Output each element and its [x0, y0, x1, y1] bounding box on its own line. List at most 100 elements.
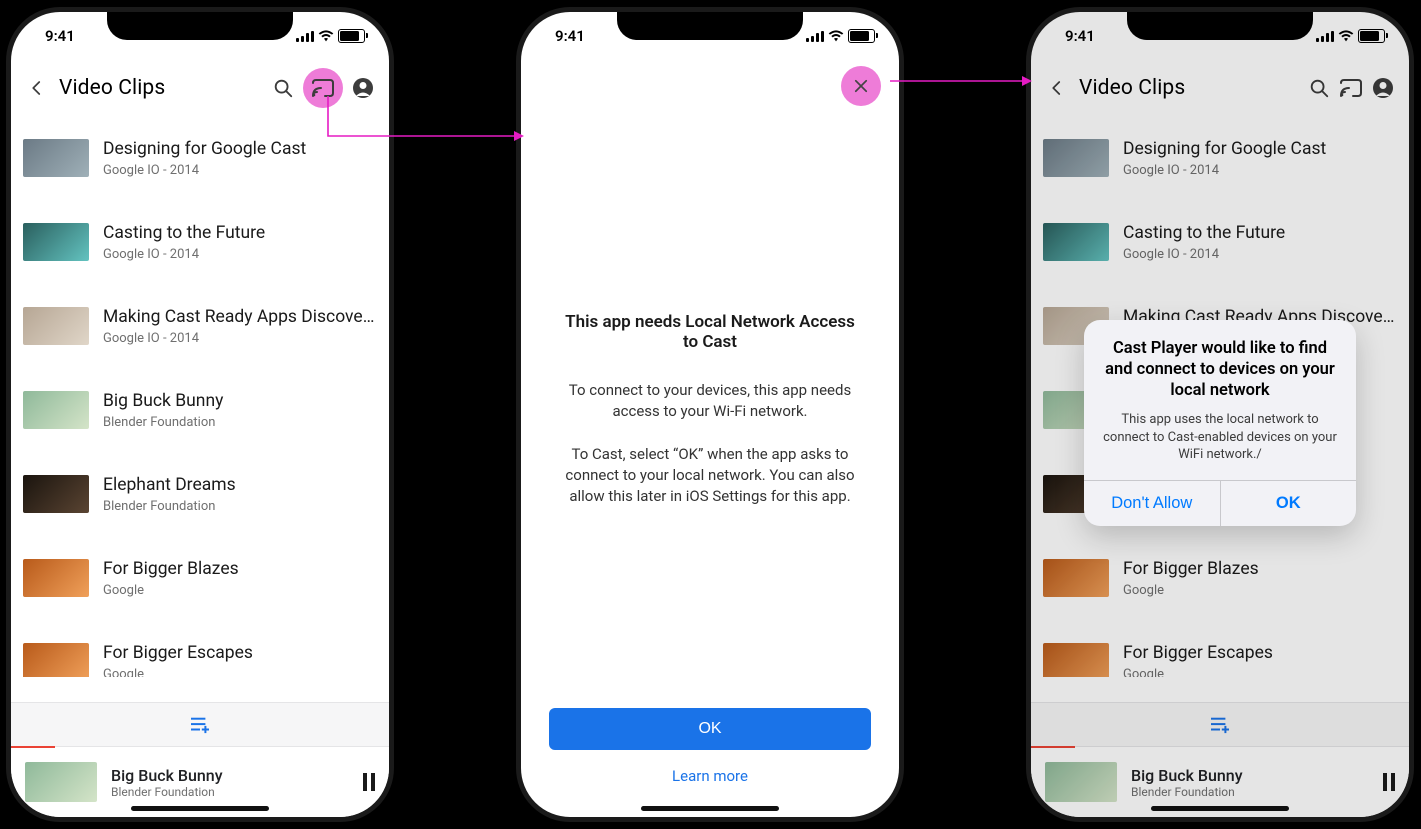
video-subtitle: Google IO - 2014 — [1123, 163, 1397, 178]
video-thumbnail — [1043, 223, 1109, 261]
video-subtitle: Google — [103, 583, 377, 598]
video-thumbnail — [23, 307, 89, 345]
dont-allow-button[interactable]: Don't Allow — [1084, 481, 1221, 526]
phone-screen-3: 9:41 Video Clips — [1026, 7, 1414, 822]
progress-indicator — [1031, 746, 1075, 748]
video-subtitle: Google — [1123, 667, 1397, 678]
now-playing-thumbnail — [25, 762, 97, 802]
ios-permission-dialog: Cast Player would like to find and conne… — [1084, 320, 1356, 526]
page-title: Video Clips — [1079, 76, 1299, 100]
status-time: 9:41 — [45, 27, 75, 45]
now-playing-title: Big Buck Bunny — [1131, 766, 1243, 785]
video-subtitle: Blender Foundation — [103, 415, 377, 430]
signal-icon — [296, 30, 314, 42]
now-playing-subtitle: Blender Foundation — [1131, 785, 1243, 799]
video-row[interactable]: Big Buck Bunny Blender Foundation — [11, 368, 389, 452]
video-title: Casting to the Future — [103, 223, 377, 243]
video-title: For Bigger Blazes — [1123, 559, 1397, 579]
signal-icon — [806, 30, 824, 42]
video-thumbnail — [23, 559, 89, 597]
queue-strip[interactable] — [1031, 702, 1409, 747]
video-subtitle: Google IO - 2014 — [103, 163, 377, 178]
cast-icon[interactable] — [1339, 76, 1363, 100]
app-header: Video Clips — [1031, 60, 1409, 116]
video-subtitle: Google IO - 2014 — [1123, 247, 1397, 262]
close-icon-highlighted[interactable] — [841, 66, 881, 106]
video-row[interactable]: Casting to the Future Google IO - 2014 — [1031, 200, 1409, 284]
search-icon[interactable] — [1307, 76, 1331, 100]
notch — [617, 10, 803, 40]
video-thumbnail — [23, 391, 89, 429]
wifi-icon — [318, 30, 334, 42]
ok-button[interactable]: OK — [549, 708, 871, 750]
battery-icon — [338, 29, 365, 43]
app-header: Video Clips — [11, 60, 389, 116]
account-icon[interactable] — [351, 76, 375, 100]
queue-add-icon — [189, 716, 211, 734]
queue-strip[interactable] — [11, 702, 389, 747]
ok-button[interactable]: OK — [1221, 481, 1357, 526]
video-thumbnail — [23, 223, 89, 261]
video-subtitle: Google IO - 2014 — [103, 247, 377, 262]
video-row[interactable]: For Bigger Escapes Google — [1031, 620, 1409, 677]
home-indicator — [1151, 806, 1289, 811]
video-thumbnail — [23, 139, 89, 177]
notch — [1127, 10, 1313, 40]
video-row[interactable]: For Bigger Blazes Google — [1031, 536, 1409, 620]
video-title: Elephant Dreams — [103, 475, 377, 495]
video-thumbnail — [23, 475, 89, 513]
video-list: Designing for Google Cast Google IO - 20… — [11, 116, 389, 677]
home-indicator — [641, 806, 779, 811]
video-title: Designing for Google Cast — [103, 139, 377, 159]
video-title: Big Buck Bunny — [103, 391, 377, 411]
video-title: For Bigger Escapes — [1123, 643, 1397, 663]
pause-icon[interactable] — [363, 773, 375, 791]
video-row[interactable]: Making Cast Ready Apps Discoverable Goog… — [11, 284, 389, 368]
back-icon[interactable] — [1045, 76, 1069, 100]
wifi-icon — [828, 30, 844, 42]
video-row[interactable]: Elephant Dreams Blender Foundation — [11, 452, 389, 536]
battery-icon — [1358, 29, 1385, 43]
video-title: For Bigger Blazes — [103, 559, 377, 579]
queue-add-icon — [1209, 716, 1231, 734]
wifi-icon — [1338, 30, 1354, 42]
video-title: Casting to the Future — [1123, 223, 1397, 243]
video-row[interactable]: For Bigger Blazes Google — [11, 536, 389, 620]
cast-icon-highlighted[interactable] — [303, 68, 343, 108]
video-title: Making Cast Ready Apps Discoverable — [103, 307, 377, 327]
video-subtitle: Google — [103, 667, 377, 678]
phone-screen-2: 9:41 This app needs Local Network Access… — [516, 7, 904, 822]
video-row[interactable]: Casting to the Future Google IO - 2014 — [11, 200, 389, 284]
video-thumbnail — [1043, 139, 1109, 177]
interstitial-paragraph: To connect to your devices, this app nee… — [557, 380, 863, 422]
video-row[interactable]: Designing for Google Cast Google IO - 20… — [11, 116, 389, 200]
video-subtitle: Blender Foundation — [103, 499, 377, 514]
account-icon[interactable] — [1371, 76, 1395, 100]
now-playing-thumbnail — [1045, 762, 1117, 802]
pause-icon[interactable] — [1383, 773, 1395, 791]
video-title: For Bigger Escapes — [103, 643, 377, 663]
search-icon[interactable] — [271, 76, 295, 100]
video-row[interactable]: Designing for Google Cast Google IO - 20… — [1031, 116, 1409, 200]
video-thumbnail — [1043, 559, 1109, 597]
dialog-title: Cast Player would like to find and conne… — [1084, 320, 1356, 405]
stage: 9:41 Video Clips — [0, 0, 1421, 829]
home-indicator — [131, 806, 269, 811]
status-time: 9:41 — [1065, 27, 1095, 45]
status-time: 9:41 — [555, 27, 585, 45]
signal-icon — [1316, 30, 1334, 42]
flow-arrow-2 — [886, 66, 1036, 96]
video-row[interactable]: For Bigger Escapes Google — [11, 620, 389, 677]
interstitial-actions: OK Learn more — [549, 708, 871, 785]
interstitial-body: This app needs Local Network Access to C… — [557, 312, 863, 529]
interstitial-paragraph: To Cast, select “OK” when the app asks t… — [557, 444, 863, 507]
now-playing-subtitle: Blender Foundation — [111, 785, 223, 799]
progress-indicator — [11, 746, 55, 748]
learn-more-link[interactable]: Learn more — [672, 767, 748, 785]
video-thumbnail — [1043, 643, 1109, 677]
notch — [107, 10, 293, 40]
dialog-body: This app uses the local network to conne… — [1084, 405, 1356, 480]
back-icon[interactable] — [25, 76, 49, 100]
video-thumbnail — [23, 643, 89, 677]
interstitial-title: This app needs Local Network Access to C… — [557, 312, 863, 352]
